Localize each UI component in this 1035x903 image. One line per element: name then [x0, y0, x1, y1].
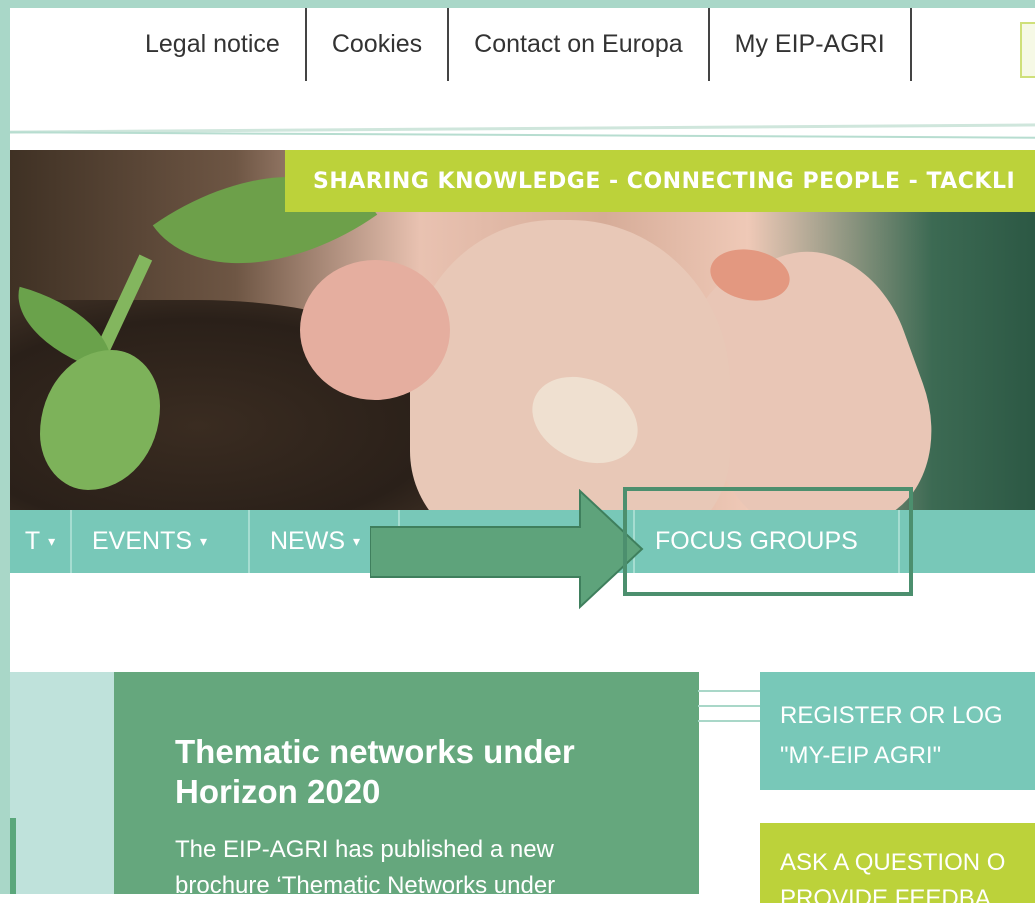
featured-news-card[interactable]: Thematic networks under Horizon 2020 The…	[114, 672, 699, 894]
nav-item-label: NEWS	[270, 527, 345, 555]
ask-line-2: PROVIDE FEEDBA	[780, 885, 991, 903]
register-login-button[interactable]: REGISTER OR LOG "MY-EIP AGRI"	[760, 672, 1035, 790]
contact-europa-link[interactable]: Contact on Europa	[449, 8, 710, 81]
ask-line-1: ASK A QUESTION O	[780, 849, 1006, 876]
carousel-side-panel	[10, 672, 114, 894]
register-line-1: REGISTER OR LOG	[780, 702, 1003, 729]
nav-item-events[interactable]: EVENTS ▾	[72, 510, 250, 573]
top-utility-links: Legal notice Cookies Contact on Europa M…	[120, 8, 912, 81]
hero-thumb	[410, 220, 730, 510]
legal-notice-link[interactable]: Legal notice	[120, 8, 307, 81]
featured-news-title[interactable]: Thematic networks under Horizon 2020	[175, 732, 639, 812]
decorative-lines	[698, 680, 768, 730]
featured-news-text: The EIP-AGRI has published a new brochur…	[175, 836, 556, 894]
hero-tagline: SHARING KNOWLEDGE - CONNECTING PEOPLE - …	[285, 150, 1035, 212]
annotation-arrow-icon	[370, 489, 644, 610]
my-eip-agri-link[interactable]: My EIP-AGRI	[710, 8, 912, 81]
nav-item-partial[interactable]: T ▾	[10, 510, 72, 573]
login-box-partial[interactable]	[1020, 22, 1035, 78]
annotation-highlight-box	[623, 487, 913, 596]
hero-fingertip	[300, 260, 450, 400]
screenshot-frame-top	[0, 0, 1035, 8]
cookies-link[interactable]: Cookies	[307, 8, 450, 81]
caret-down-icon: ▾	[48, 533, 56, 549]
register-line-2: "MY-EIP AGRI"	[780, 742, 942, 769]
carousel-side-accent	[10, 818, 16, 894]
screenshot-frame-left	[0, 0, 10, 894]
decorative-rule	[10, 131, 1035, 139]
caret-down-icon: ▾	[200, 533, 208, 549]
caret-down-icon: ▾	[353, 533, 361, 549]
nav-item-label: EVENTS	[92, 527, 193, 555]
nav-item-label: T	[24, 527, 41, 555]
ask-question-button[interactable]: ASK A QUESTION O PROVIDE FEEDBA	[760, 823, 1035, 903]
